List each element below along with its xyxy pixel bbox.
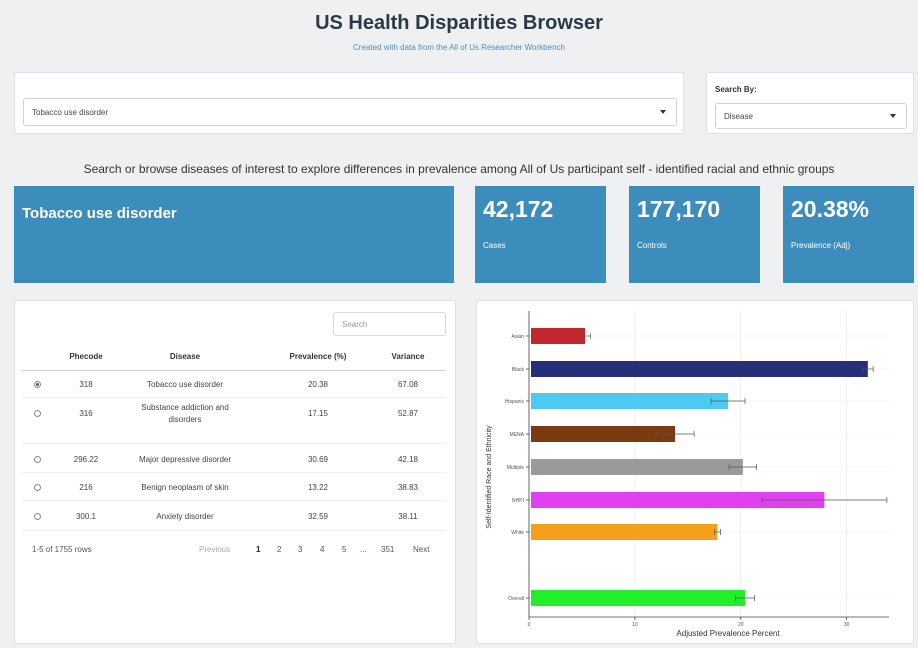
prevalence-box: 20.38% Prevalence (Adj): [783, 186, 914, 283]
phecode-cell: 318: [79, 380, 93, 389]
y-tick-label: NHPI: [512, 498, 524, 504]
disease-select-panel: Tobacco use disorder: [14, 72, 684, 134]
pager-ellipsis: ...: [360, 545, 367, 554]
controls-value: 177,170: [637, 196, 721, 222]
row-divider: [22, 500, 446, 501]
cases-label: Cases: [483, 241, 506, 250]
disease-cell: Tobacco use disorder: [146, 380, 224, 389]
controls-box: 177,170 Controls: [629, 186, 760, 283]
row-select-radio[interactable]: [34, 513, 41, 520]
variance-cell: 67.08: [397, 380, 419, 389]
x-tick-label: 10: [632, 622, 638, 628]
selected-disease-title: Tobacco use disorder: [22, 205, 177, 222]
search-by-value: Disease: [724, 111, 753, 121]
prevalence-cell: 30.69: [307, 455, 329, 464]
app-subtitle: Created with data from the All of Us Res…: [353, 43, 565, 52]
row-select-radio[interactable]: [34, 456, 41, 463]
bar-overall: [531, 590, 745, 606]
prevalence-bar-chart: 0 10 20 30 Asian Black Hispanic MENA Multiple NHP…: [486, 311, 889, 638]
y-axis-title: Self-Identified Race and Ethnicity: [486, 425, 493, 529]
phecode-cell: 216: [79, 483, 93, 492]
x-tick-label: 30: [844, 622, 850, 628]
pager-page-1[interactable]: 1: [256, 545, 260, 554]
controls-label: Controls: [637, 241, 667, 250]
phecode-cell: 300.1: [75, 512, 97, 521]
y-tick-label: MENA: [510, 432, 525, 438]
cases-value: 42,172: [483, 196, 554, 222]
bar-mena: [531, 426, 676, 442]
chevron-down-icon: [660, 110, 666, 114]
y-tick-label: Hispanic: [505, 399, 525, 405]
table-search-input[interactable]: Search: [333, 312, 446, 336]
pager-page-3[interactable]: 3: [298, 545, 302, 554]
prevalence-value: 20.38%: [791, 196, 870, 222]
prevalence-cell: 20.38: [307, 380, 329, 389]
pager-page-2[interactable]: 2: [277, 545, 281, 554]
prevalence-cell: 17.15: [307, 409, 329, 418]
table-header-rule: [22, 370, 446, 371]
selected-disease-box: Tobacco use disorder: [14, 186, 454, 283]
row-select-radio[interactable]: [34, 410, 41, 417]
y-tick-label: Multiple: [507, 465, 524, 471]
pager-next-button[interactable]: Next: [413, 545, 429, 554]
prevalence-cell: 32.59: [307, 512, 329, 521]
pager-page-5[interactable]: 5: [342, 545, 346, 554]
phecode-cell: 316: [79, 409, 93, 418]
prevalence-label: Prevalence (Adj): [791, 241, 851, 250]
bar-hispanic: [531, 393, 729, 409]
x-axis-title: Adjusted Prevalence Percent: [676, 629, 780, 638]
bar-white: [531, 524, 718, 540]
y-tick-label: Asian: [511, 334, 524, 340]
app-title: US Health Disparities Browser: [315, 12, 603, 34]
row-divider: [22, 443, 446, 444]
prevalence-cell: 13.22: [307, 483, 329, 492]
row-divider: [22, 472, 446, 473]
disease-cell: Major depressive disorder: [138, 455, 232, 464]
variance-cell: 38.11: [398, 512, 418, 521]
bar-multiple: [531, 459, 743, 475]
chart-panel: 0 10 20 30 Asian Black Hispanic MENA Multiple NHP…: [476, 300, 914, 644]
x-tick-label: 0: [528, 622, 531, 628]
y-tick-label: White: [511, 530, 524, 536]
variance-cell: 42.18: [397, 455, 419, 464]
column-header-variance[interactable]: Variance: [378, 352, 438, 361]
chevron-down-icon: [890, 114, 896, 118]
variance-cell: 52.87: [397, 409, 419, 418]
search-by-panel: Search By: Disease: [706, 72, 914, 134]
y-tick-label: Overall: [508, 596, 524, 602]
bar-asian: [531, 328, 586, 344]
pager-previous-button[interactable]: Previous: [199, 545, 230, 554]
row-divider: [22, 397, 446, 398]
disease-cell: Anxiety disorder: [156, 512, 214, 521]
disease-select[interactable]: Tobacco use disorder: [23, 98, 677, 126]
x-tick-label: 20: [738, 622, 744, 628]
variance-cell: 38.83: [397, 483, 419, 492]
disease-cell: Substance addiction and disorders: [141, 403, 229, 424]
column-header-disease[interactable]: Disease: [120, 352, 250, 361]
pager-page-4[interactable]: 4: [320, 545, 324, 554]
header: US Health Disparities Browser Created wi…: [0, 12, 918, 52]
column-header-prevalence[interactable]: Prevalence (%): [270, 352, 366, 361]
phecode-cell: 296.22: [73, 455, 99, 464]
pager-page-351[interactable]: 351: [381, 545, 394, 554]
cases-box: 42,172 Cases: [475, 186, 606, 283]
row-select-radio[interactable]: [34, 484, 41, 491]
column-header-phecode[interactable]: Phecode: [56, 352, 116, 361]
y-tick-label: Black: [512, 367, 525, 373]
row-divider: [22, 530, 446, 531]
tagline: Search or browse diseases of interest to…: [83, 162, 835, 176]
search-by-select[interactable]: Disease: [715, 103, 907, 129]
row-select-radio[interactable]: [34, 381, 41, 388]
bar-black: [531, 361, 868, 377]
disease-cell: Benign neoplasm of skin: [141, 483, 229, 492]
disease-select-value: Tobacco use disorder: [32, 107, 109, 117]
search-by-label: Search By:: [715, 85, 757, 94]
table-row-count: 1-5 of 1755 rows: [32, 545, 92, 554]
